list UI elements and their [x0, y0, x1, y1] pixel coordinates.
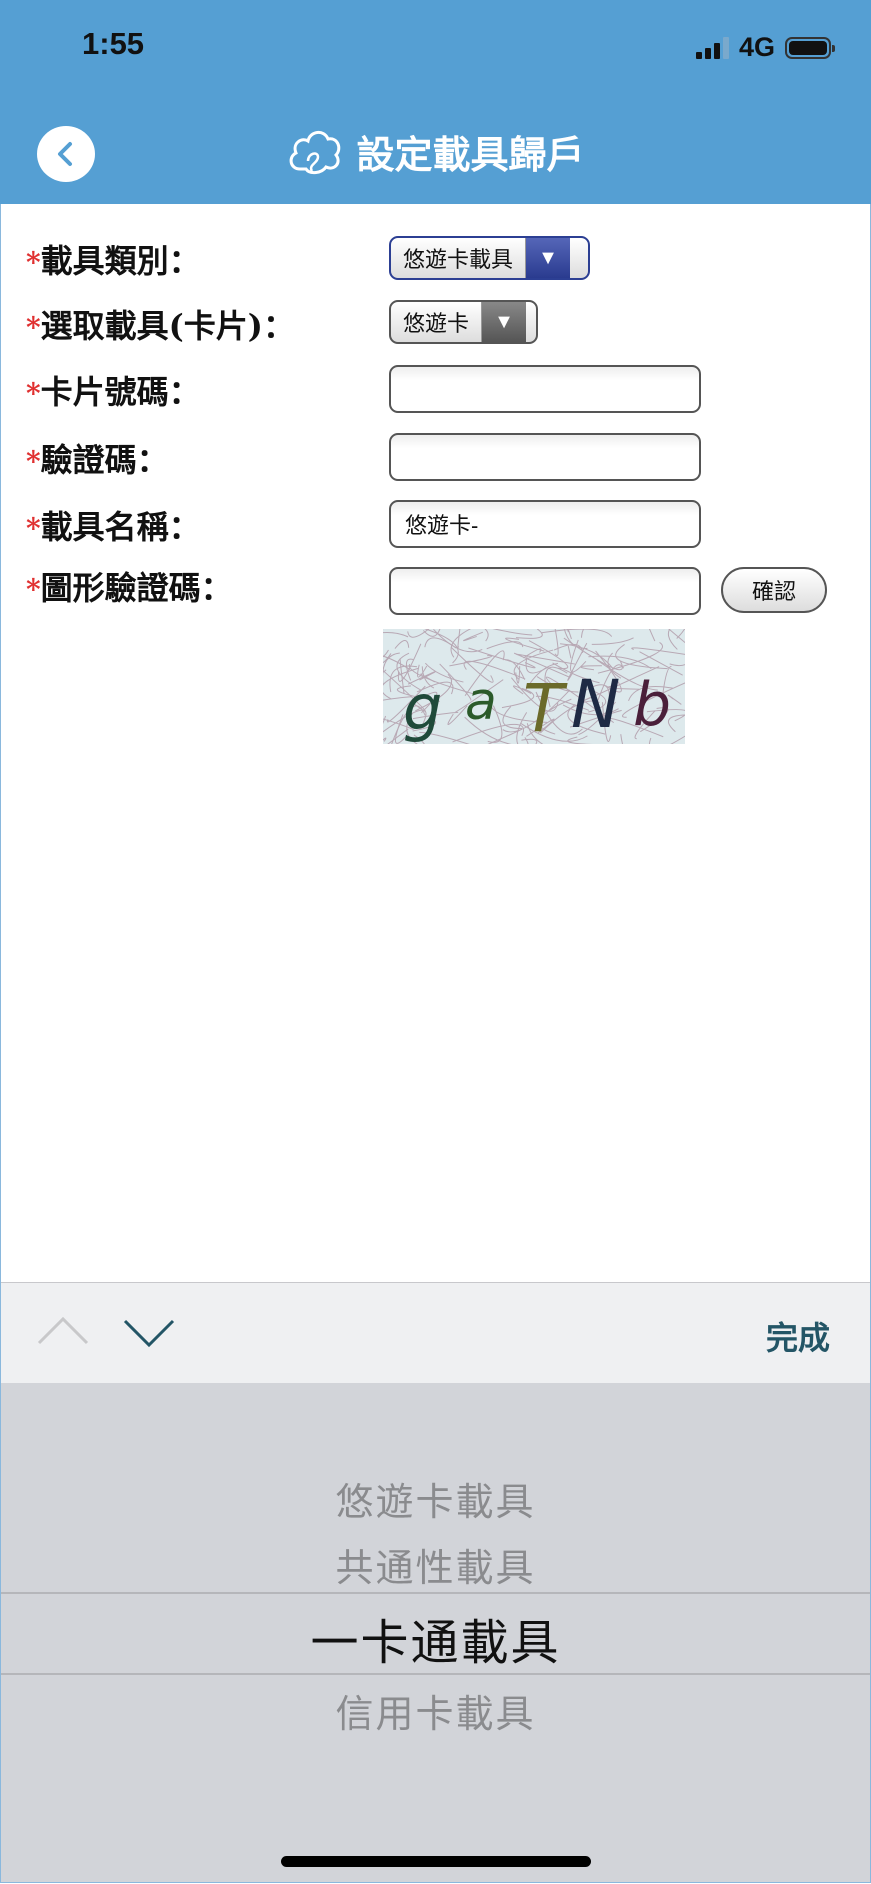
select-carrier-value: 悠遊卡 — [403, 311, 470, 336]
label-select-carrier: *選取載具(卡片)： — [26, 307, 295, 345]
dropdown-arrow-icon: ▼ — [481, 302, 527, 342]
label-captcha: *圖形驗證碼： — [26, 569, 233, 607]
select-carrier-select[interactable]: 悠遊卡 ▼ — [389, 300, 538, 344]
picker-wheel[interactable]: 悠遊卡載具 共通性載具 一卡通載具 信用卡載具 — [1, 1383, 870, 1882]
captcha-image[interactable]: g a T N b — [383, 629, 685, 744]
captcha-input[interactable] — [389, 567, 701, 615]
dropdown-arrow-icon: ▼ — [525, 238, 571, 278]
svg-text:T: T — [523, 670, 568, 744]
card-number-input[interactable] — [389, 365, 701, 413]
carrier-type-select[interactable]: 悠遊卡載具 ▼ — [389, 236, 590, 280]
title-bar: 設定載具歸戶 — [0, 124, 871, 179]
network-type: 4G — [738, 32, 775, 62]
svg-text:b: b — [633, 670, 671, 740]
chevron-up-icon[interactable] — [37, 1315, 89, 1345]
signal-icon — [695, 36, 729, 59]
svg-text:N: N — [571, 666, 620, 743]
page-title: 設定載具歸戶 — [356, 133, 585, 177]
status-icons: 4G — [695, 32, 835, 63]
label-card-number: *卡片號碼： — [26, 373, 201, 411]
picker-option[interactable]: 共通性載具 — [1, 1537, 870, 1592]
status-time: 1:55 — [82, 26, 145, 61]
picker-option-selected[interactable]: 一卡通載具 — [1, 1603, 870, 1673]
svg-text:g: g — [403, 671, 442, 744]
carrier-name-input[interactable]: 悠遊卡- — [389, 500, 701, 548]
label-carrier-type: *載具類別： — [26, 242, 201, 280]
picker-divider — [1, 1592, 870, 1594]
header: 1:55 4G 設定載具歸戶 — [0, 0, 871, 204]
home-indicator[interactable] — [281, 1856, 591, 1867]
confirm-button[interactable]: 確認 — [721, 567, 827, 613]
done-button[interactable]: 完成 — [766, 1313, 830, 1359]
label-verify-code: *驗證碼： — [26, 441, 169, 479]
cloud-logo-icon — [290, 130, 341, 174]
label-carrier-name: *載具名稱： — [26, 508, 201, 546]
picker-option[interactable]: 悠遊卡載具 — [1, 1471, 870, 1526]
keyboard-toolbar: 完成 — [1, 1282, 870, 1384]
picker-option[interactable]: 信用卡載具 — [1, 1683, 870, 1738]
svg-text:a: a — [465, 672, 497, 732]
picker-divider — [1, 1673, 870, 1675]
battery-full-icon — [785, 36, 835, 59]
carrier-type-value: 悠遊卡載具 — [403, 247, 514, 272]
verify-code-input[interactable] — [389, 433, 701, 481]
chevron-down-icon[interactable] — [123, 1319, 175, 1349]
